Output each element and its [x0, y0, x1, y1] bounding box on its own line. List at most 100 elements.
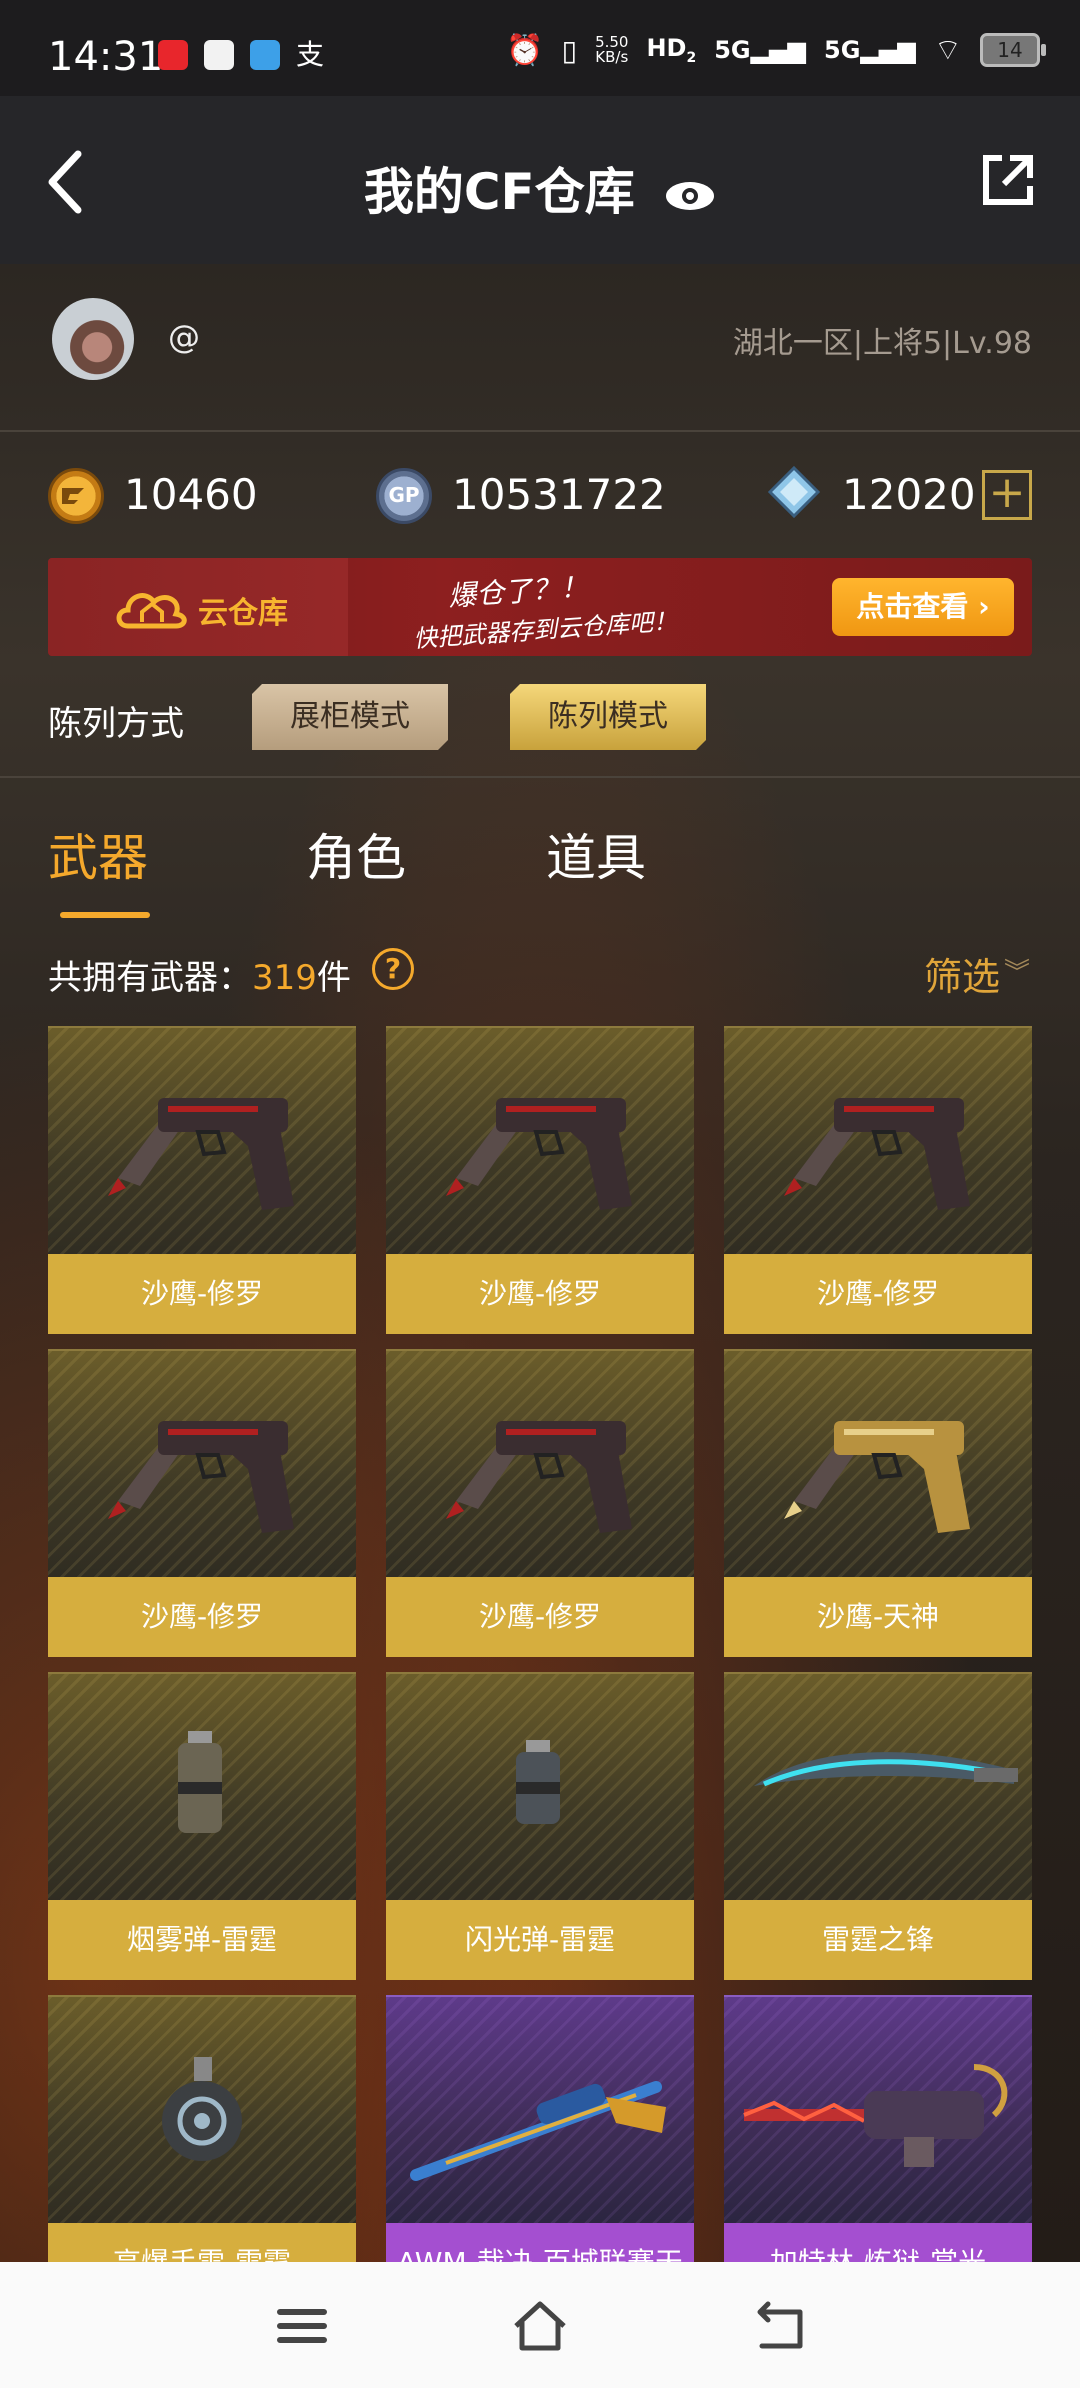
weapon-image	[386, 1349, 694, 1579]
pistol-icon	[108, 1098, 294, 1210]
hd-icon: HD2	[646, 34, 696, 66]
display-mode-label: 陈列方式	[48, 704, 184, 744]
weapon-card[interactable]: 沙鹰-修罗	[724, 1026, 1032, 1334]
status-right-group: ⏰ ▯ 5.50 KB/s HD2 5G▂▄▆ 5G▂▄▆ ⌔ 14	[506, 30, 1046, 70]
display-mode-button[interactable]: 陈列模式	[510, 684, 706, 750]
server-info: 湖北一区|上将5|Lv.98	[732, 326, 1032, 361]
gp-coin-icon: GP	[376, 468, 432, 524]
wifi-icon: ⌔	[933, 33, 962, 68]
share-icon[interactable]	[980, 152, 1036, 208]
weapon-card[interactable]: 沙鹰-天神	[724, 1349, 1032, 1657]
weapon-image	[724, 1672, 1032, 1902]
weapon-card[interactable]: 沙鹰-修罗	[386, 1026, 694, 1334]
weapon-name: 烟雾弹-雷霆	[48, 1900, 356, 1980]
weapon-card[interactable]: 沙鹰-修罗	[48, 1026, 356, 1334]
hd-sub: 2	[686, 49, 697, 66]
blade-icon	[754, 1752, 1018, 1787]
grenade-icon	[162, 2057, 242, 2161]
weapon-card[interactable]: AWM-裁决-百城联赛天	[386, 1995, 694, 2303]
divider	[0, 776, 1080, 778]
weapon-card[interactable]: 雷霆之锋	[724, 1672, 1032, 1980]
status-time: 14:31	[48, 34, 164, 80]
weapon-card[interactable]: 烟雾弹-雷霆	[48, 1672, 356, 1980]
avatar[interactable]	[52, 298, 134, 380]
app-notification-icon	[204, 40, 234, 70]
telegram-icon	[250, 40, 280, 70]
chevron-right-icon: ›	[978, 590, 990, 623]
cloud-storage-label: 云仓库	[198, 596, 288, 631]
status-bar: 14:31 支 ⏰ ▯ 5.50 KB/s HD2 5G▂▄▆ 5G▂▄▆ ⌔ …	[0, 0, 1080, 96]
weapon-image	[48, 1995, 356, 2225]
nav-bar: 我的CF仓库	[0, 96, 1080, 264]
grenade-icon	[178, 1731, 222, 1833]
weapon-card[interactable]: 闪光弹-雷霆	[386, 1672, 694, 1980]
tab-weapons[interactable]: 武器	[48, 818, 148, 890]
weapon-image	[724, 1026, 1032, 1256]
weapon-image	[724, 1995, 1032, 2225]
weapon-card[interactable]: 沙鹰-修罗	[386, 1349, 694, 1657]
page-title: 我的CF仓库	[0, 152, 1080, 224]
eye-icon[interactable]	[664, 179, 716, 213]
diamond-icon	[768, 466, 820, 518]
weapon-count: 共拥有武器：319件	[48, 950, 351, 999]
signal-icon: 5G▂▄▆	[714, 36, 807, 64]
battery-icon: 14	[980, 33, 1046, 67]
app-notification-icon	[158, 40, 188, 70]
pistol-icon	[446, 1421, 632, 1533]
weapon-count-prefix: 共拥有武器：	[48, 958, 252, 998]
signal-label: 5G	[824, 36, 861, 64]
gatling-icon	[743, 2064, 1008, 2167]
page-title-text: 我的CF仓库	[363, 163, 635, 221]
signal-icon: 5G▂▄▆	[824, 36, 916, 64]
net-speed-unit: KB/s	[595, 48, 629, 66]
pistol-icon	[784, 1098, 970, 1210]
add-currency-button[interactable]: +	[982, 470, 1032, 520]
battery-level: 14	[997, 38, 1023, 62]
cloud-storage-banner[interactable]: 云仓库 爆仓了？！ 快把武器存到云仓库吧！ 点击查看 ›	[48, 558, 1032, 656]
weapon-image	[724, 1349, 1032, 1579]
filter-button[interactable]: 筛选	[924, 946, 1000, 1001]
help-icon[interactable]: ?	[372, 948, 414, 990]
grenade-icon	[516, 1740, 560, 1824]
vibrate-icon: ▯	[561, 33, 578, 67]
divider	[0, 430, 1080, 432]
weapon-name: 雷霆之锋	[724, 1900, 1032, 1980]
weapon-count-number: 319	[252, 958, 317, 998]
gp-value: 10531722	[452, 470, 666, 519]
cf-points-value: 10460	[124, 470, 258, 519]
showcase-mode-button[interactable]: 展柜模式	[252, 684, 448, 750]
system-nav-bar	[0, 2262, 1080, 2388]
weapon-image	[48, 1349, 356, 1579]
user-handle: @	[168, 318, 200, 356]
weapon-name: 沙鹰-修罗	[386, 1577, 694, 1657]
weapon-name: 沙鹰-修罗	[386, 1254, 694, 1334]
net-speed: 5.50 KB/s	[595, 35, 628, 65]
weapon-image	[386, 1026, 694, 1256]
weapon-card[interactable]: 高爆手雷-雷霆	[48, 1995, 356, 2303]
tab-items[interactable]: 道具	[546, 818, 646, 890]
chevron-double-down-icon: ︾	[1003, 958, 1030, 988]
view-button-label: 点击查看	[856, 590, 969, 623]
pistol-icon	[784, 1421, 970, 1533]
pistol-icon	[108, 1421, 294, 1533]
weapon-name: 沙鹰-天神	[724, 1577, 1032, 1657]
back-icon[interactable]	[750, 2296, 810, 2356]
weapon-card[interactable]: 加特林-炼狱-赏光	[724, 1995, 1032, 2303]
weapon-image	[48, 1026, 356, 1256]
diamond-value: 12020	[842, 470, 976, 519]
hd-label: HD	[646, 34, 687, 63]
view-button[interactable]: 点击查看 ›	[832, 578, 1014, 636]
home-icon[interactable]	[510, 2296, 570, 2356]
weapon-name: 闪光弹-雷霆	[386, 1900, 694, 1980]
tab-characters[interactable]: 角色	[306, 818, 406, 890]
weapon-name: 沙鹰-修罗	[724, 1254, 1032, 1334]
weapon-count-suffix: 件	[316, 958, 351, 998]
cloud-house-icon	[116, 593, 187, 629]
cf-coin-icon	[48, 468, 104, 524]
weapon-image	[386, 1672, 694, 1902]
active-tab-indicator	[60, 912, 150, 918]
weapon-card[interactable]: 沙鹰-修罗	[48, 1349, 356, 1657]
alarm-icon: ⏰	[506, 32, 544, 68]
menu-icon[interactable]	[272, 2296, 332, 2356]
weapon-image	[48, 1672, 356, 1902]
